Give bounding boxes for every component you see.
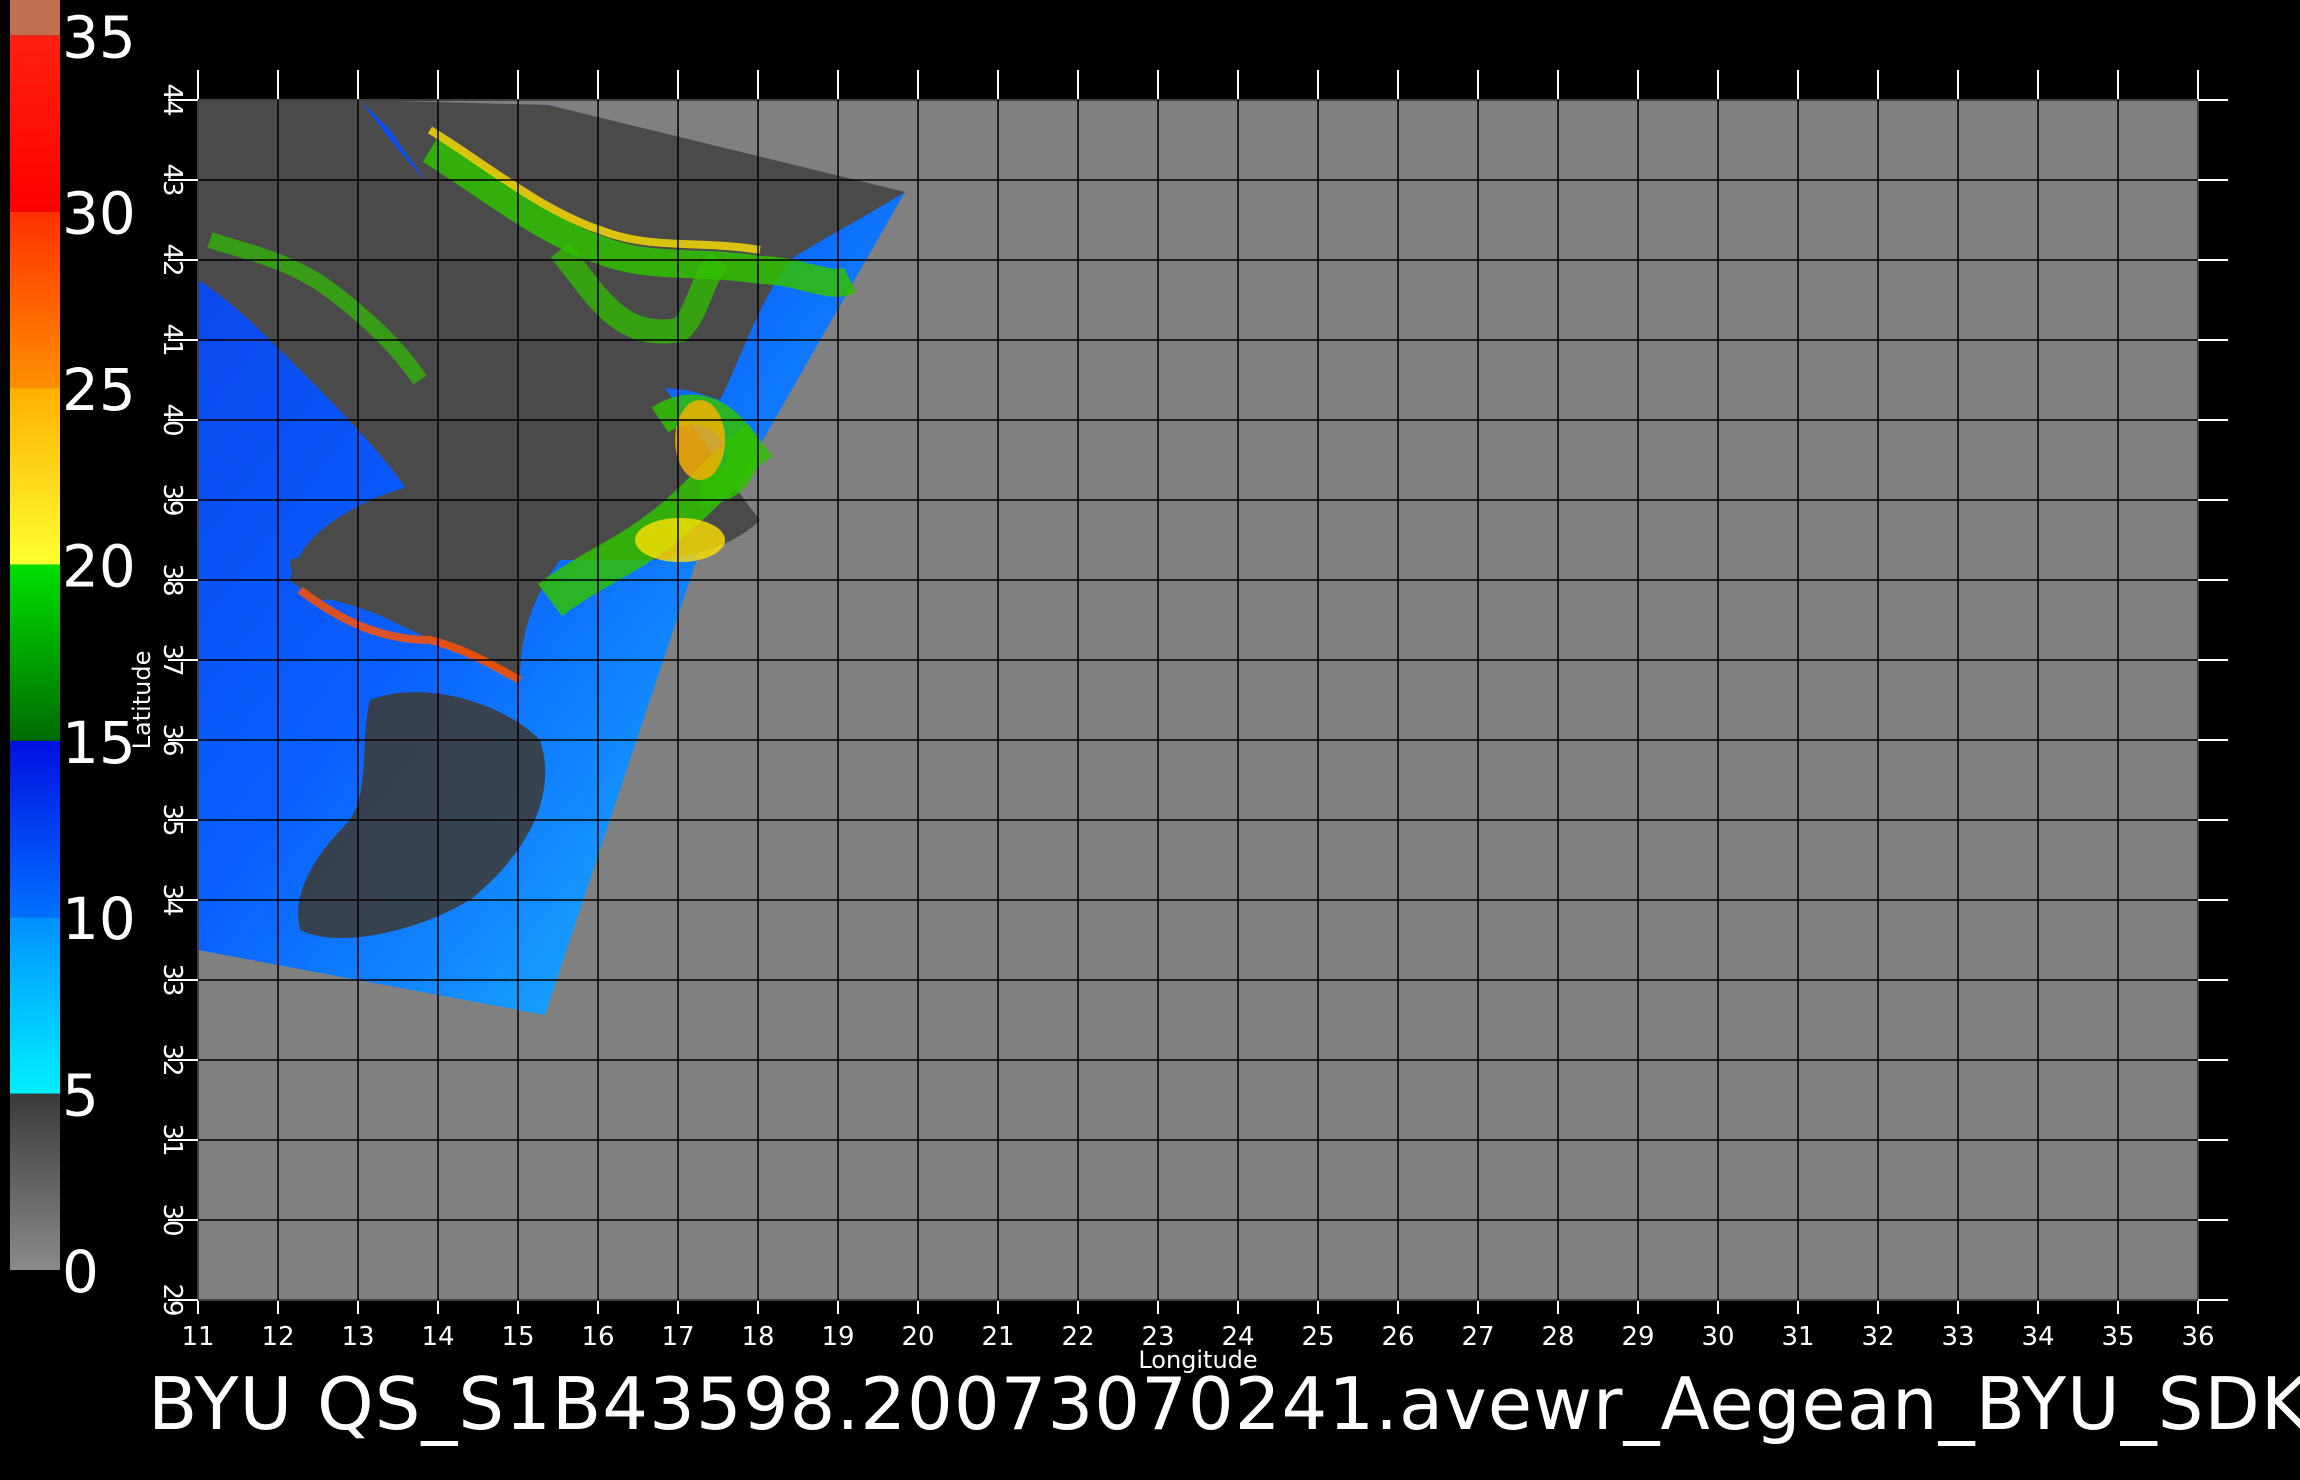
colorbar-label: 5: [62, 1062, 99, 1130]
longitude-tick-label: 33: [1941, 1322, 1974, 1352]
longitude-tick-label: 13: [341, 1322, 374, 1352]
colorbar-label: 15: [62, 709, 136, 777]
colorbar-segment: [10, 740, 60, 918]
longitude-tick-label: 17: [661, 1322, 694, 1352]
colorbar-segment: [10, 1093, 60, 1270]
latitude-tick-label: 32: [157, 1043, 187, 1076]
latitude-tick-label: 36: [157, 723, 187, 756]
latitude-tick-label: 40: [157, 403, 187, 436]
longitude-tick-label: 20: [901, 1322, 934, 1352]
longitude-tick-label: 21: [981, 1322, 1014, 1352]
longitude-tick-label: 32: [1861, 1322, 1894, 1352]
colorbar-segment: [10, 388, 60, 565]
colorbar-segment: [10, 564, 60, 741]
latitude-tick-label: 43: [157, 163, 187, 196]
longitude-tick-label: 35: [2101, 1322, 2134, 1352]
colorbar-label: 35: [62, 3, 136, 71]
longitude-tick-label: 34: [2021, 1322, 2054, 1352]
longitude-tick-label: 11: [181, 1322, 214, 1352]
latitude-tick-label: 39: [157, 483, 187, 516]
longitude-tick-label: 31: [1781, 1322, 1814, 1352]
longitude-tick-label: 12: [261, 1322, 294, 1352]
colorbar-segment: [10, 0, 60, 36]
longitude-tick-label: 14: [421, 1322, 454, 1352]
latitude-tick-label: 44: [157, 83, 187, 116]
latitude-tick-label: 34: [157, 883, 187, 916]
longitude-tick-label: 16: [581, 1322, 614, 1352]
high-wind-core-greece: [635, 518, 725, 562]
latitude-tick-label: 29: [157, 1283, 187, 1316]
longitude-tick-label: 22: [1061, 1322, 1094, 1352]
longitude-tick-label: 26: [1381, 1322, 1414, 1352]
colorbar-label: 30: [62, 180, 136, 248]
colorbar-segment: [10, 35, 60, 212]
colorbar-segment: [10, 917, 60, 1094]
y-axis-title: Latitude: [128, 651, 156, 750]
colorbar-label: 25: [62, 356, 136, 424]
longitude-tick-label: 36: [2181, 1322, 2214, 1352]
high-wind-core-ionian: [675, 400, 725, 480]
latitude-tick-label: 30: [157, 1203, 187, 1236]
colorbar-label: 0: [62, 1238, 99, 1306]
colorbar-label: 10: [62, 885, 136, 953]
colorbar-label: 20: [62, 532, 136, 600]
latitude-tick-label: 42: [157, 243, 187, 276]
longitude-tick-label: 30: [1701, 1322, 1734, 1352]
longitude-tick-label: 27: [1461, 1322, 1494, 1352]
colorbar-segment: [10, 211, 60, 389]
wind-speed-map-figure: 35 30 25 20 15 10 5 0 11 12 13 14 15 16 17 18 19 20 21 22 2…: [10, 0, 2228, 1374]
latitude-tick-label: 31: [157, 1123, 187, 1156]
latitude-tick-label: 38: [157, 563, 187, 596]
latitude-tick-labels: 29 30 31 32 33 34 35 36 37 38 39 40 41 42 43 44: [157, 83, 187, 1316]
longitude-tick-label: 29: [1621, 1322, 1654, 1352]
longitude-tick-label: 19: [821, 1322, 854, 1352]
colorbar: 35 30 25 20 15 10 5 0: [10, 0, 136, 1306]
longitude-tick-label: 25: [1301, 1322, 1334, 1352]
latitude-tick-label: 37: [157, 643, 187, 676]
longitude-tick-label: 18: [741, 1322, 774, 1352]
latitude-tick-label: 33: [157, 963, 187, 996]
product-title: BYU QS_S1B43598.20073070241.avewr_Aegean…: [148, 1362, 2300, 1446]
longitude-tick-label: 28: [1541, 1322, 1574, 1352]
latitude-tick-label: 41: [157, 323, 187, 356]
longitude-tick-label: 15: [501, 1322, 534, 1352]
latitude-tick-label: 35: [157, 803, 187, 836]
